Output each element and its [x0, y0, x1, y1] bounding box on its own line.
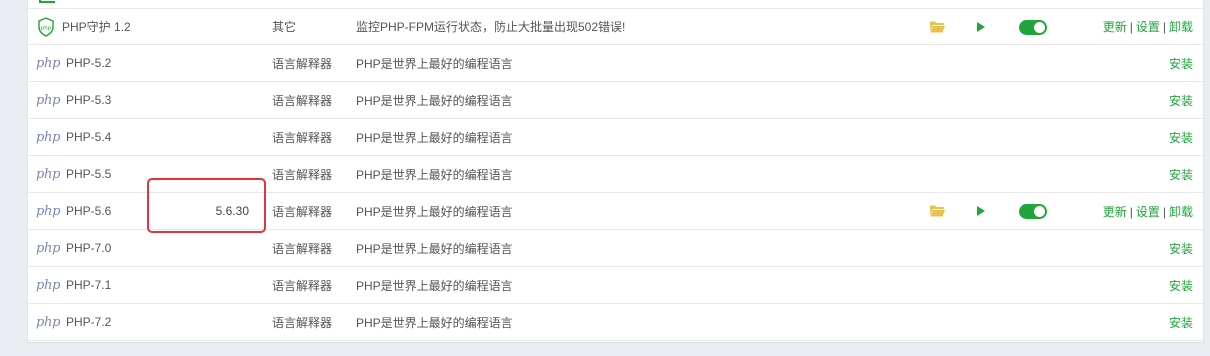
software-name: PHP-7.0 [66, 241, 112, 255]
checkbox-fragment [39, 0, 55, 3]
software-name: PHP守护 1.2 [62, 20, 131, 34]
install-link[interactable]: 安装 [1169, 316, 1193, 330]
software-description: 监控PHP-FPM运行状态，防止大批量出现502错误! [356, 20, 626, 34]
php-logo-icon: php [36, 92, 61, 108]
operations-cell: 更新 | 设置 | 卸载 [1103, 18, 1193, 35]
table-row: php PHP-7.2 语言解释器 PHP是世界上最好的编程语言 安装 [28, 304, 1203, 341]
php-logo-icon: php [36, 240, 61, 256]
uninstall-link[interactable]: 卸载 [1169, 20, 1193, 34]
software-description: PHP是世界上最好的编程语言 [356, 130, 513, 145]
separator: | [1162, 20, 1166, 34]
software-name: PHP-5.4 [66, 130, 112, 144]
operations-cell: 安装 [1169, 314, 1193, 331]
software-description: PHP是世界上最好的编程语言 [356, 315, 513, 330]
software-description: PHP是世界上最好的编程语言 [356, 278, 513, 293]
operations-cell: 安装 [1169, 92, 1193, 109]
php-logo-icon: php [36, 166, 61, 182]
table-row: php PHP守护 1.2 其它 监控PHP-FPM运行状态，防止大批量出现502错误… [28, 8, 1203, 45]
php-logo-icon: php [36, 277, 61, 293]
operations-cell: 安装 [1169, 277, 1193, 294]
php-logo-icon: php [36, 203, 61, 219]
software-name-cell: php PHP-5.3 [36, 82, 111, 118]
separator: | [1129, 204, 1133, 219]
svg-text:php: php [41, 25, 52, 31]
software-type: 语言解释器 [272, 315, 333, 330]
php-logo-icon: php [36, 129, 61, 145]
operations-cell: 安装 [1169, 55, 1193, 72]
install-link[interactable]: 安装 [1169, 57, 1193, 71]
software-description: PHP是世界上最好的编程语言 [356, 204, 513, 219]
operations-cell: 安装 [1169, 166, 1193, 183]
install-link[interactable]: 安装 [1169, 94, 1193, 108]
play-icon[interactable] [976, 205, 986, 220]
software-name-cell: php PHP守护 1.2 [36, 9, 131, 44]
status-toggle[interactable] [1019, 204, 1047, 219]
update-link[interactable]: 更新 [1103, 205, 1127, 219]
install-link[interactable]: 安装 [1169, 168, 1193, 182]
software-name-cell: php PHP-7.0 [36, 230, 111, 266]
software-name: PHP-5.3 [66, 93, 112, 107]
software-type: 语言解释器 [272, 130, 333, 145]
install-link[interactable]: 安装 [1169, 131, 1193, 145]
software-name-cell: php PHP-5.5 [36, 156, 111, 192]
update-link[interactable]: 更新 [1103, 20, 1127, 34]
software-name: PHP-7.1 [66, 278, 112, 292]
table-row: php PHP-5.5 语言解释器 PHP是世界上最好的编程语言 安装 [28, 156, 1203, 193]
folder-icon[interactable] [930, 205, 945, 220]
software-description: PHP是世界上最好的编程语言 [356, 93, 513, 108]
status-toggle[interactable] [1019, 20, 1047, 35]
software-name-cell: php PHP-5.2 [36, 45, 111, 81]
software-type: 语言解释器 [272, 241, 333, 256]
table-row: php PHP-7.0 语言解释器 PHP是世界上最好的编程语言 安装 [28, 230, 1203, 267]
table-row: php PHP-7.1 语言解释器 PHP是世界上最好的编程语言 安装 [28, 267, 1203, 304]
table-row: php PHP-5.4 语言解释器 PHP是世界上最好的编程语言 安装 [28, 119, 1203, 156]
software-name-cell: php PHP-7.1 [36, 267, 111, 303]
play-icon[interactable] [976, 21, 986, 36]
software-name: PHP-5.5 [66, 167, 112, 181]
software-description: PHP是世界上最好的编程语言 [356, 241, 513, 256]
software-name: PHP-5.6 [66, 204, 112, 218]
php-logo-icon: php [36, 314, 61, 330]
shield-icon: php [36, 16, 56, 37]
operations-cell: 安装 [1169, 129, 1193, 146]
software-description: PHP是世界上最好的编程语言 [356, 167, 513, 182]
separator: | [1129, 20, 1133, 34]
table-row: php PHP-5.3 语言解释器 PHP是世界上最好的编程语言 安装 [28, 82, 1203, 119]
software-type: 语言解释器 [272, 204, 333, 219]
software-type: 语言解释器 [272, 278, 333, 293]
table-row: php PHP-5.6 5.6.30 语言解释器 PHP是世界上最好的编程语言 更新 | 设置… [28, 193, 1203, 230]
settings-link[interactable]: 设置 [1136, 205, 1160, 219]
software-type: 语言解释器 [272, 167, 333, 182]
software-list-panel: php PHP守护 1.2 其它 监控PHP-FPM运行状态，防止大批量出现502错误… [27, 0, 1204, 343]
operations-cell: 安装 [1169, 240, 1193, 257]
software-type: 语言解释器 [272, 93, 333, 108]
operations-cell: 更新 | 设置 | 卸载 [1103, 203, 1193, 220]
install-link[interactable]: 安装 [1169, 242, 1193, 256]
separator: | [1162, 204, 1166, 219]
version-label: 5.6.30 [215, 204, 249, 218]
software-name: PHP-5.2 [66, 56, 112, 70]
software-type: 语言解释器 [272, 56, 333, 71]
software-description: PHP是世界上最好的编程语言 [356, 56, 513, 71]
software-name-cell: php PHP-5.4 [36, 119, 111, 155]
software-type: 其它 [272, 20, 297, 34]
php-logo-icon: php [36, 55, 61, 71]
settings-link[interactable]: 设置 [1136, 20, 1160, 34]
install-link[interactable]: 安装 [1169, 279, 1193, 293]
folder-icon[interactable] [930, 21, 945, 36]
software-name-cell: php PHP-5.6 [36, 193, 111, 229]
software-name: PHP-7.2 [66, 315, 112, 329]
software-name-cell: php PHP-7.2 [36, 304, 111, 340]
table-row: php PHP-5.2 语言解释器 PHP是世界上最好的编程语言 安装 [28, 45, 1203, 82]
uninstall-link[interactable]: 卸载 [1169, 205, 1193, 219]
